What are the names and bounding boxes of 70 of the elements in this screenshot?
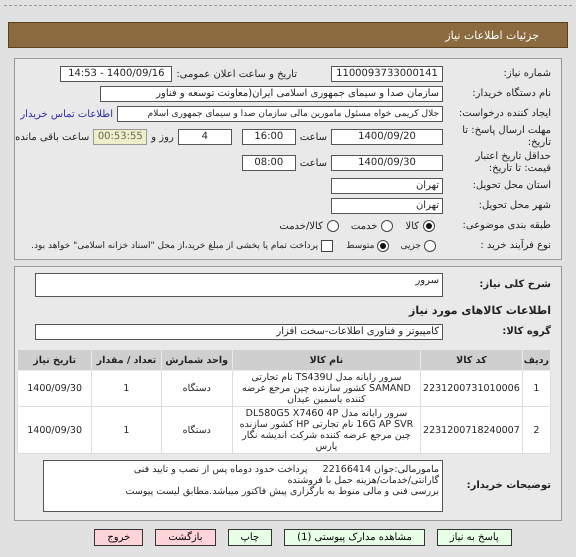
field-label: ایجاد کننده درخواست: — [458, 108, 551, 120]
action-button[interactable]: چاپ — [228, 529, 272, 546]
column-header: تعداد / مقدار — [92, 350, 162, 370]
column-header: نام کالا — [232, 350, 421, 370]
input-field: 1400/09/20 — [331, 129, 443, 145]
action-button[interactable]: مشاهده مدارک پیوستی (1) — [284, 529, 425, 546]
field-label: طبقه بندی موضوعی: — [462, 220, 551, 232]
table-cell: سرور رایانه مدل TS439U نام تجارتی SAMAND کشور سازنده چین مرجع عرضه کننده یاسمین عیدان — [232, 370, 421, 406]
table-cell: 1 — [92, 370, 162, 406]
input-field: 1100093733000141 — [331, 66, 443, 82]
field-label: حداقل تاریخ اعتبار قیمت: تا تاریخ: — [474, 151, 551, 175]
input-field: 1400/09/30 — [331, 155, 443, 171]
radio-label: کالا/خدمت — [279, 220, 323, 232]
input-field: کامپیوتر و فناوری اطلاعات-سخت افزار — [35, 324, 443, 340]
buyer-contact-link[interactable]: اطلاعات تماس خریدار — [20, 108, 113, 120]
field-label: نام دستگاه خریدار: — [471, 88, 551, 100]
table-cell: 2 — [522, 406, 550, 454]
input-field: جلال کریمی خواه مسئول مامورین مالی سازمان صدا و سیمای جمهوری اسلام — [117, 106, 443, 122]
radio-button[interactable] — [381, 220, 394, 232]
action-button[interactable]: خروج — [94, 529, 144, 546]
input-field: 16:00 — [242, 129, 296, 145]
column-header: واحد شمارش — [161, 350, 232, 370]
field-label: مهلت ارسال پاسخ: تا تاریخ: — [461, 125, 551, 149]
field-label: ساعت باقی مانده — [15, 132, 90, 142]
field-label: ساعت — [300, 158, 327, 168]
input-field: 4 — [178, 129, 232, 145]
table-cell: 2231200731010006 — [420, 370, 522, 406]
field-label: ساعت — [300, 132, 327, 142]
table-cell: سرور رایانه مدل DL580G5 X7460 4P 16G AP SVR نام تجارتی HP کشور سازنده چین مرجع عرضه کننده شرکت اندیشه نگار پارس — [232, 406, 421, 454]
column-header: ردیف — [522, 350, 550, 370]
section-heading: اطلاعات کالاهای مورد نیاز — [409, 304, 551, 316]
radio-button[interactable] — [424, 240, 436, 252]
table-cell: 1 — [92, 406, 162, 454]
field-label: روز و — [151, 132, 174, 142]
table-cell: 1400/09/30 — [18, 406, 92, 454]
field-label: شماره نیاز: — [502, 68, 551, 80]
input-field: 08:00 — [242, 155, 296, 171]
input-field: سرور — [35, 273, 443, 297]
table-cell: 2231200718240007 — [420, 406, 522, 454]
radio-label: کالا — [405, 220, 419, 232]
table-cell: 1400/09/30 — [18, 370, 92, 406]
notes-field: مامورمالی:جوان 22166414 پرداخت حدود دوماه پس از نصب و تایید فنی گارانتی/خدمات/هزینه حمل با فروشنده بررسی فنی و مالی منوط به بارگزاری پیش فاکتور میباشد.مطابق لیست پیوست — [43, 460, 443, 512]
field-label: شرح کلی نیاز: — [478, 279, 551, 291]
checkbox[interactable] — [321, 240, 334, 252]
radio-label: جزیی — [400, 241, 421, 251]
action-button[interactable]: پاسخ به نیاز — [436, 529, 512, 546]
field-label: توضیحات خریدار: — [466, 480, 551, 492]
field-label: شهر محل تحویل: — [478, 200, 551, 212]
input-field: 1400/09/16 - 14:53 — [60, 66, 172, 82]
field-label: استان محل تحویل: — [472, 180, 551, 192]
field-label: تاریخ و ساعت اعلان عمومی: — [176, 68, 297, 80]
radio-button[interactable] — [326, 220, 339, 232]
input-field: سازمان صدا و سیمای جمهوری اسلامی ایران(معاونت توسعه و فناور — [100, 86, 443, 102]
header-title: جزئیات اطلاعات نیاز — [445, 28, 539, 42]
column-header: کد کالا — [420, 350, 522, 370]
table-cell: دستگاه — [161, 370, 232, 406]
table-cell: دستگاه — [161, 406, 232, 454]
column-header: تاریخ نیاز — [18, 350, 92, 370]
radio-button[interactable] — [377, 240, 390, 252]
input-field: تهران — [331, 178, 443, 194]
action-button[interactable]: بازگشت — [155, 529, 216, 546]
radio-label: خدمت — [350, 220, 378, 232]
field-label: گروه کالا: — [501, 326, 551, 338]
table-cell: 1 — [522, 370, 550, 406]
input-field: تهران — [331, 198, 443, 214]
countdown-field: 00:53:55 — [93, 129, 148, 145]
radio-button[interactable] — [423, 220, 435, 232]
field-label: نوع فرآیند خرید : — [479, 240, 551, 252]
radio-label: متوسط — [346, 241, 374, 251]
checkbox-label: پرداخت تمام یا بخشی از مبلغ خرید،از محل "اسناد خزانه اسلامی" خواهد بود. — [31, 241, 318, 251]
